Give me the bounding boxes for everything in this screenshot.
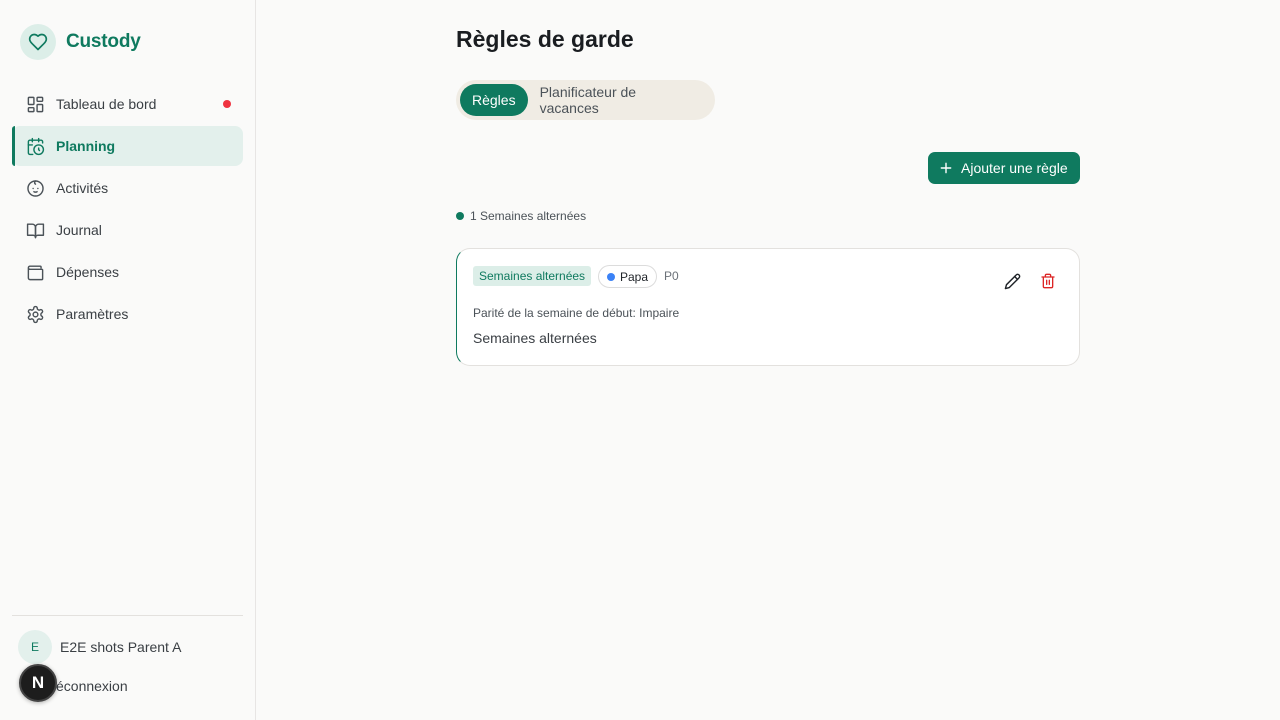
parent-badge: Papa xyxy=(598,265,658,288)
user-profile[interactable]: E E2E shots Parent A xyxy=(18,630,181,664)
sidebar-divider xyxy=(12,615,243,616)
sidebar-item-label: Activités xyxy=(56,180,109,196)
tab-holiday-planner[interactable]: Planificateur de vacances xyxy=(528,84,711,116)
tab-bar: Règles Planificateur de vacances xyxy=(456,80,715,120)
parent-color-dot xyxy=(607,272,615,281)
sidebar-item-activities[interactable]: Activités xyxy=(12,168,243,208)
notification-dot xyxy=(223,100,231,108)
plus-icon xyxy=(939,161,953,175)
brand-name: Custody xyxy=(66,31,141,52)
rules-legend: 1 Semaines alternées xyxy=(456,209,586,223)
sidebar-item-settings[interactable]: Paramètres xyxy=(12,294,243,334)
rule-card[interactable]: Semaines alternées Papa P0 Parité de la … xyxy=(456,248,1080,366)
dev-tools-badge[interactable]: N xyxy=(19,664,57,702)
sidebar-nav: Tableau de bord Planning Activités Journ… xyxy=(12,84,243,336)
sidebar: Custody Tableau de bord Planning Activit… xyxy=(0,0,256,720)
page-title: Règles de garde xyxy=(456,26,634,52)
sidebar-item-planning[interactable]: Planning xyxy=(12,126,243,166)
user-name: E2E shots Parent A xyxy=(60,639,182,655)
logout-button[interactable]: éconnexion xyxy=(56,678,128,694)
sidebar-item-label: Tableau de bord xyxy=(56,96,157,112)
calendar-clock-icon xyxy=(25,136,45,156)
sidebar-item-journal[interactable]: Journal xyxy=(12,210,243,250)
dashboard-grid-icon xyxy=(25,94,45,114)
sidebar-item-label: Planning xyxy=(56,138,116,154)
sidebar-item-label: Journal xyxy=(56,222,102,238)
brand[interactable]: Custody xyxy=(20,24,141,60)
wallet-icon xyxy=(25,262,45,282)
sidebar-item-label: Paramètres xyxy=(56,306,129,322)
delete-rule-button[interactable] xyxy=(1038,271,1058,291)
add-rule-label: Ajouter une règle xyxy=(961,160,1068,176)
add-rule-button[interactable]: Ajouter une règle xyxy=(928,152,1080,184)
gear-icon xyxy=(25,304,45,324)
legend-dot xyxy=(456,212,464,220)
rule-priority: P0 xyxy=(664,269,679,283)
rule-description: Semaines alternées xyxy=(473,330,597,346)
avatar: E xyxy=(18,630,52,664)
rule-detail: Parité de la semaine de début: Impaire xyxy=(473,306,680,320)
sidebar-item-dashboard[interactable]: Tableau de bord xyxy=(12,84,243,124)
tab-rules[interactable]: Règles xyxy=(460,84,528,116)
pencil-icon xyxy=(1004,273,1021,290)
sidebar-item-expenses[interactable]: Dépenses xyxy=(12,252,243,292)
sidebar-item-label: Dépenses xyxy=(56,264,120,280)
trash-icon xyxy=(1040,273,1056,289)
parent-name: Papa xyxy=(620,269,649,284)
baby-face-icon xyxy=(25,178,45,198)
legend-label: 1 Semaines alternées xyxy=(470,209,587,223)
rule-type-badge: Semaines alternées xyxy=(473,266,592,286)
heart-icon xyxy=(20,24,56,60)
edit-rule-button[interactable] xyxy=(1002,271,1022,291)
book-open-icon xyxy=(25,220,45,240)
